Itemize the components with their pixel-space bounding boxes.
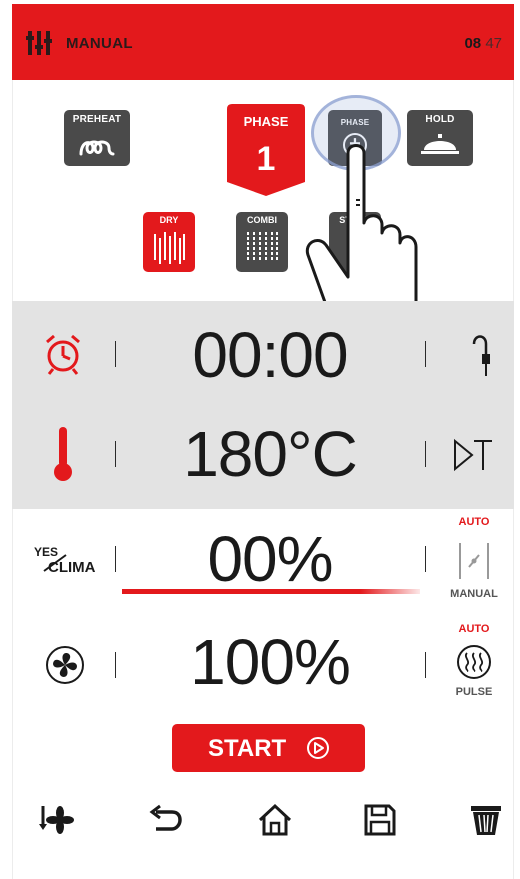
fan-icon[interactable] xyxy=(45,645,85,685)
phase-1-button[interactable]: PHASE 1 xyxy=(227,104,305,196)
separator xyxy=(115,546,116,572)
phase-number: 1 xyxy=(256,140,276,178)
combi-label: COMBI xyxy=(247,215,277,225)
humidity-value[interactable]: 00% xyxy=(150,522,390,596)
separator xyxy=(115,441,116,467)
play-circle-icon xyxy=(307,737,329,759)
touch-highlight xyxy=(311,95,401,171)
separator xyxy=(425,441,426,467)
delta-t-icon[interactable] xyxy=(452,438,494,472)
top-bar: MANUAL 08 47 xyxy=(12,4,514,80)
start-button[interactable]: START xyxy=(172,724,365,772)
dry-heat-icon xyxy=(154,232,185,264)
back-arrow-icon[interactable] xyxy=(148,802,184,838)
clima-auto-label[interactable]: AUTO xyxy=(448,516,500,528)
separator xyxy=(425,652,426,678)
clima-slash-icon xyxy=(43,554,67,572)
pulse-icon[interactable] xyxy=(455,643,493,681)
cooling-fan-icon[interactable] xyxy=(38,802,74,838)
alarm-clock-icon[interactable] xyxy=(44,332,82,376)
page-title: MANUAL xyxy=(66,35,133,52)
manual-valve-icon[interactable] xyxy=(457,541,491,581)
separator xyxy=(115,341,116,367)
start-label: START xyxy=(208,735,287,762)
separator xyxy=(115,652,116,678)
preheat-button[interactable]: PREHEAT xyxy=(64,110,130,166)
home-icon[interactable] xyxy=(257,802,293,838)
separator xyxy=(425,341,426,367)
clock-hours: 08 xyxy=(464,35,482,52)
clima-manual-label[interactable]: MANUAL xyxy=(440,588,508,600)
hold-cloche-icon xyxy=(421,134,459,154)
fan-auto-label[interactable]: AUTO xyxy=(448,623,500,635)
dry-label: DRY xyxy=(159,215,179,225)
steam-mode-button[interactable]: STEAM xyxy=(329,212,381,272)
clock-minutes: 47 xyxy=(485,35,502,52)
hold-label: HOLD xyxy=(425,114,455,125)
save-icon[interactable] xyxy=(362,802,398,838)
combi-mode-button[interactable]: COMBI xyxy=(236,212,288,272)
settings-sliders-icon[interactable] xyxy=(26,30,52,56)
temperature-value[interactable]: 180°C xyxy=(150,417,390,491)
preheat-coil-icon xyxy=(79,140,115,156)
steam-label: STEAM xyxy=(339,215,371,225)
hold-button[interactable]: HOLD xyxy=(407,110,473,166)
humidity-bar xyxy=(122,589,420,594)
dry-mode-button[interactable]: DRY xyxy=(143,212,195,272)
fan-pulse-label[interactable]: PULSE xyxy=(448,686,500,698)
yes-clima-logo: YES CLIMA xyxy=(34,545,98,581)
thermometer-icon[interactable] xyxy=(52,425,74,483)
clock: 08 47 xyxy=(464,35,502,52)
fan-speed-value[interactable]: 100% xyxy=(150,625,390,699)
time-value[interactable]: 00:00 xyxy=(150,318,390,392)
probe-icon[interactable] xyxy=(470,330,494,378)
combi-icon xyxy=(247,232,278,262)
separator xyxy=(425,546,426,572)
trash-icon[interactable] xyxy=(468,802,504,838)
preheat-label: PREHEAT xyxy=(72,114,122,125)
phase-label: PHASE xyxy=(243,114,289,129)
